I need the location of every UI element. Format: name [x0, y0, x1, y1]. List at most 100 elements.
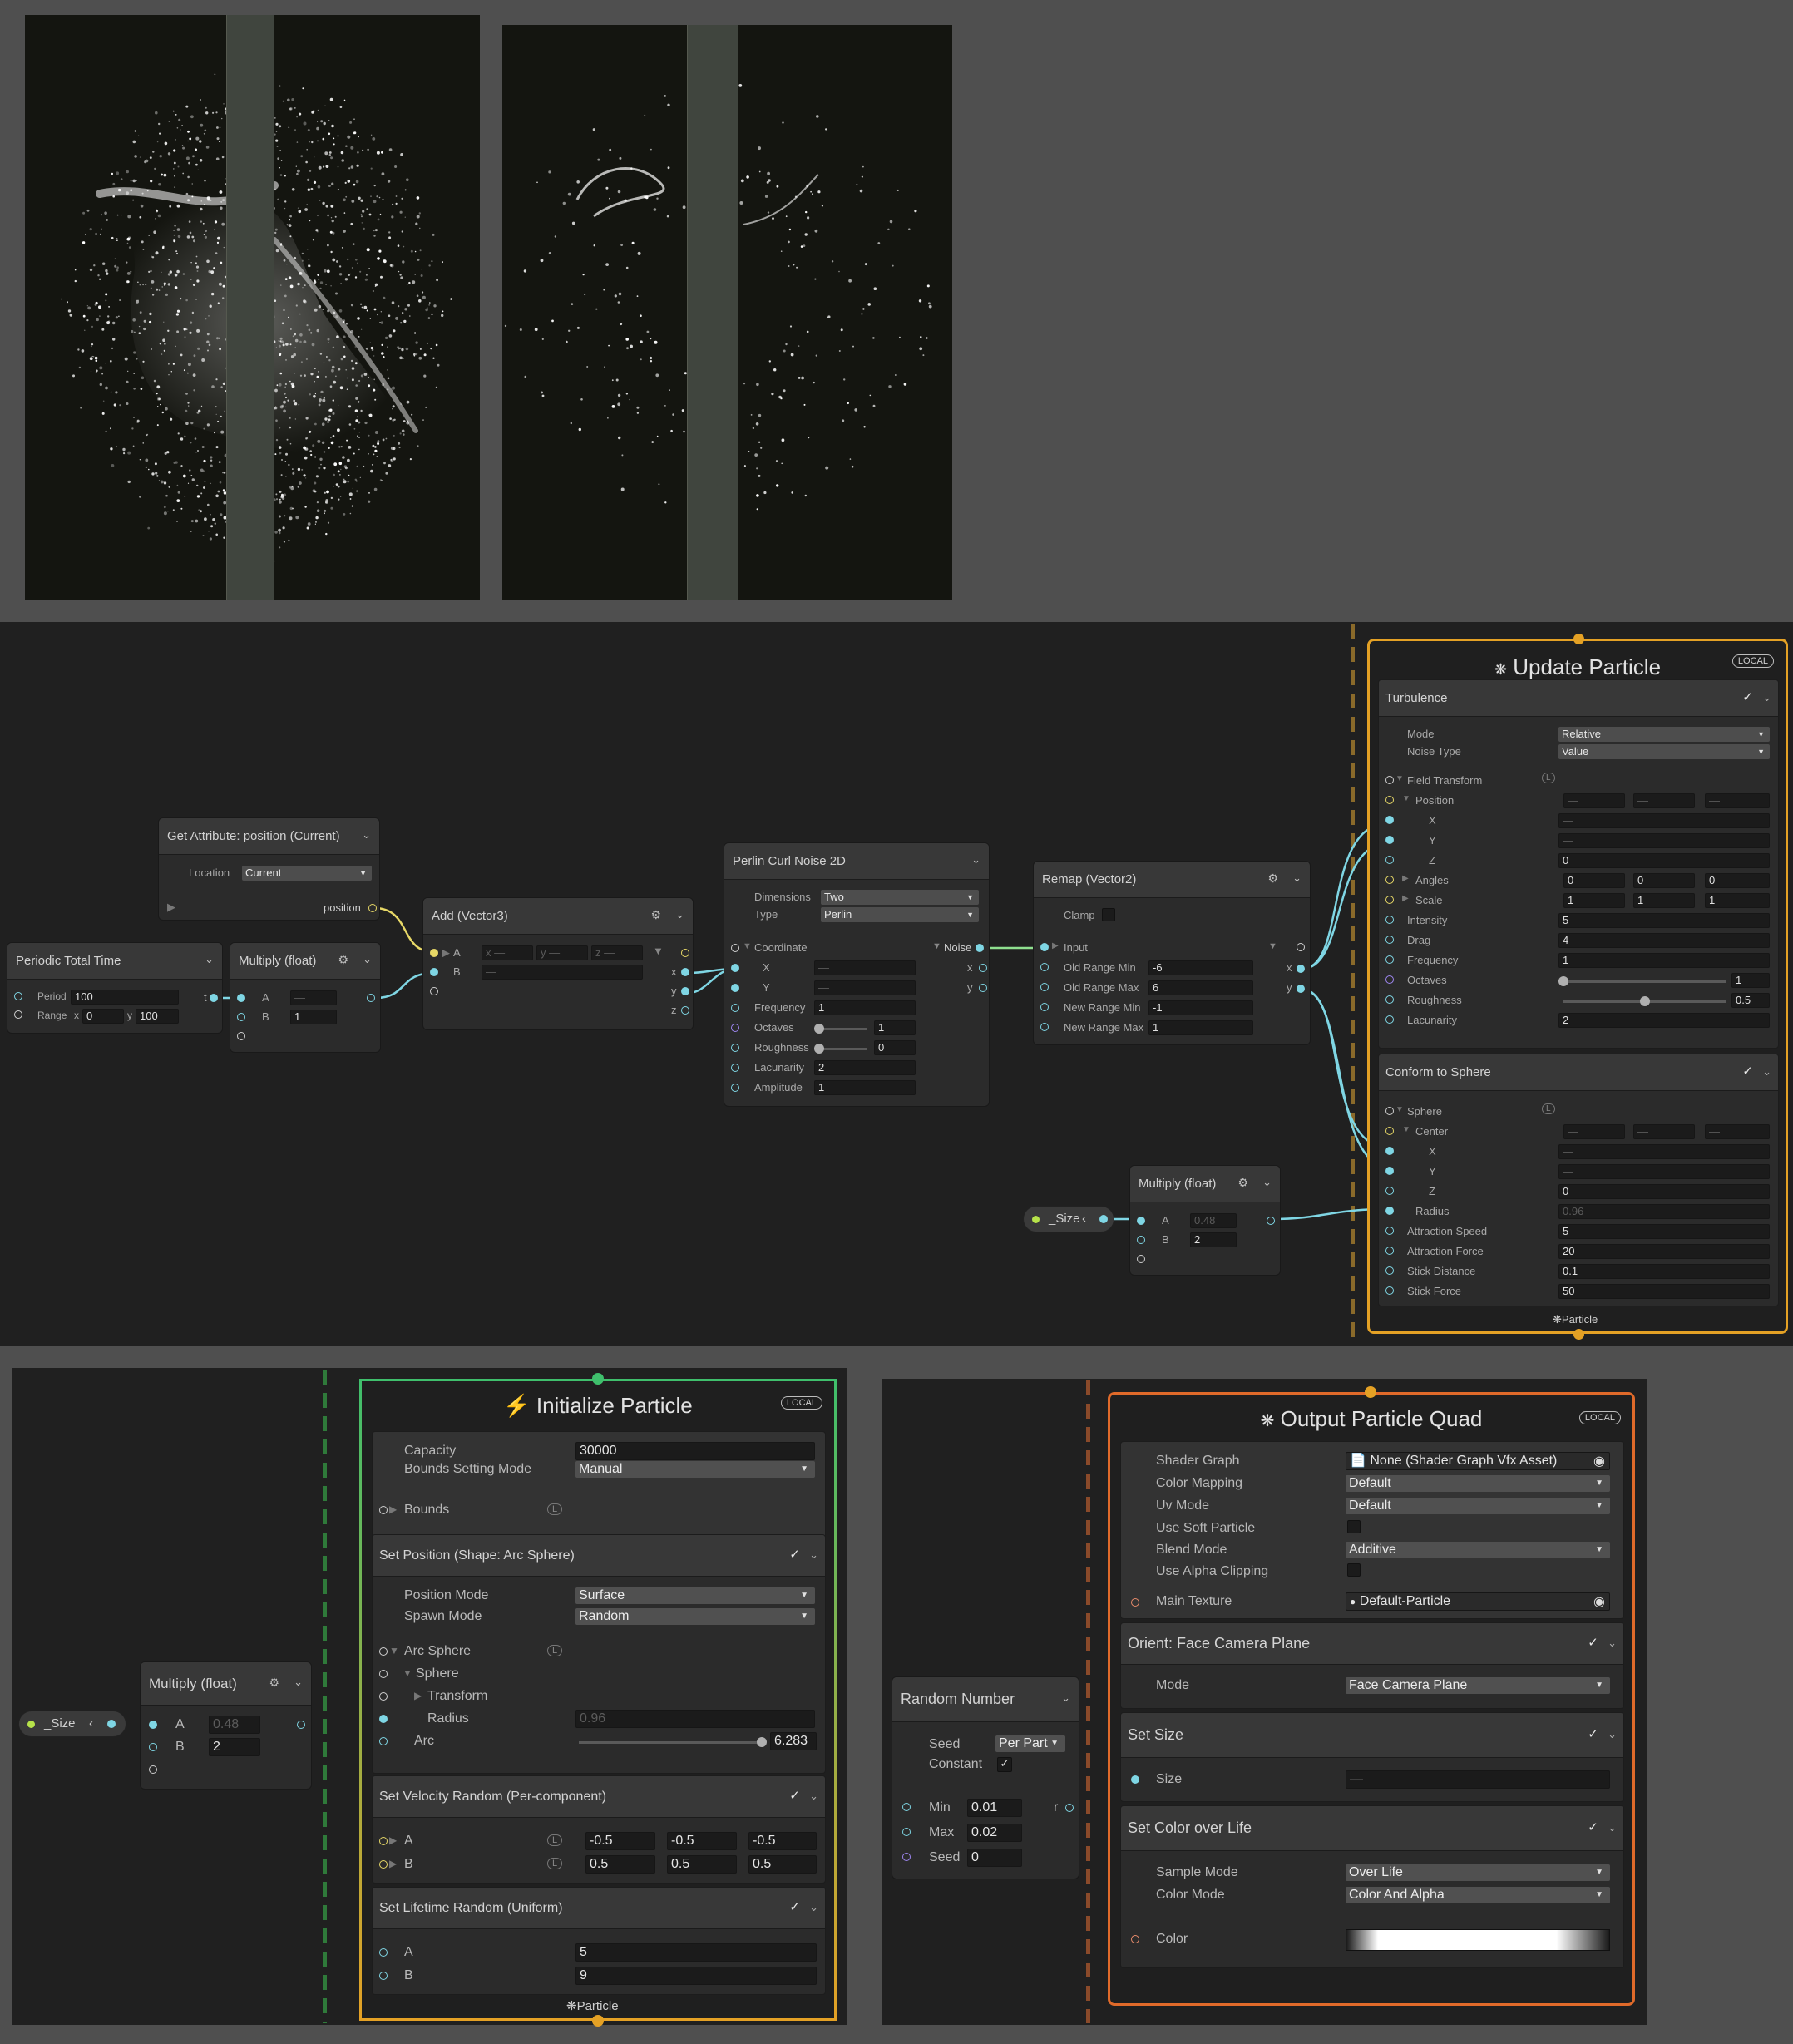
old-min-port[interactable]: [1040, 963, 1049, 971]
max-port[interactable]: [902, 1828, 911, 1836]
a-field[interactable]: 5: [575, 1943, 817, 1962]
sphere-port[interactable]: [1386, 1107, 1394, 1115]
x-field[interactable]: —: [1558, 813, 1770, 828]
a-x-field[interactable]: -0.5: [585, 1832, 655, 1850]
chevron-down-icon[interactable]: ⌄: [363, 953, 372, 966]
x-port[interactable]: [1386, 816, 1394, 824]
radius-field[interactable]: 0.96: [575, 1710, 815, 1728]
enable-checkbox[interactable]: ✓: [1741, 1064, 1755, 1079]
range-x-field[interactable]: 0: [82, 1009, 124, 1024]
amplitude-port[interactable]: [731, 1084, 739, 1092]
new-min-port[interactable]: [1040, 1003, 1049, 1011]
add-input-port[interactable]: [149, 1765, 157, 1774]
output-port[interactable]: [297, 1721, 305, 1729]
roughness-field[interactable]: 0: [874, 1040, 916, 1055]
add-input-port[interactable]: [430, 987, 438, 995]
flow-input-port[interactable]: [592, 1373, 604, 1385]
input-b-port[interactable]: [1137, 1236, 1145, 1244]
chevron-down-icon[interactable]: ⌄: [1292, 871, 1302, 885]
octaves-field[interactable]: 1: [1731, 973, 1770, 988]
update-particle-context[interactable]: ❋ Update Particle LOCAL Turbulence ✓ ⌄ Mod…: [1367, 639, 1788, 1334]
stick-distance-port[interactable]: [1386, 1266, 1394, 1275]
color-mode-dropdown[interactable]: Color And Alpha: [1346, 1887, 1610, 1903]
chevron-down-icon[interactable]: ⌄: [1762, 1065, 1771, 1079]
chevron-down-icon[interactable]: ⌄: [1762, 691, 1771, 704]
output-port[interactable]: [1267, 1217, 1275, 1225]
shader-graph-field[interactable]: 📄 None (Shader Graph Vfx Asset): [1346, 1452, 1610, 1470]
a-port[interactable]: [379, 1948, 388, 1957]
input-b-port[interactable]: [237, 1013, 245, 1021]
block-header[interactable]: Orient: Face Camera Plane ✓ ⌄: [1121, 1623, 1623, 1665]
lacunarity-port[interactable]: [1386, 1015, 1394, 1024]
input-a-port[interactable]: [1137, 1217, 1145, 1225]
color-over-life-block[interactable]: Set Color over Life ✓ ⌄ Sample Mode Over L…: [1120, 1805, 1624, 1968]
seed-dropdown[interactable]: Per Part: [995, 1735, 1065, 1752]
output-port[interactable]: [367, 994, 375, 1002]
b-x-field[interactable]: 0.5: [585, 1855, 655, 1874]
color-gradient-field[interactable]: [1346, 1929, 1610, 1951]
position-x-field[interactable]: —: [1563, 793, 1625, 808]
flow-input-port[interactable]: [1573, 634, 1584, 644]
center-z-field[interactable]: —: [1705, 1124, 1770, 1139]
gear-icon[interactable]: ⚙: [338, 953, 348, 967]
output-z-port[interactable]: [681, 1006, 689, 1015]
property-output-port[interactable]: [1099, 1215, 1108, 1223]
set-position-block[interactable]: Set Position (Shape: Arc Sphere) ✓ ⌄ Posit…: [372, 1534, 826, 1774]
color-mapping-dropdown[interactable]: Default: [1346, 1475, 1610, 1492]
clamp-checkbox[interactable]: [1102, 908, 1115, 921]
enable-checkbox[interactable]: ✓: [788, 1900, 802, 1914]
coordinate-port[interactable]: [731, 944, 739, 952]
b-field[interactable]: 1: [290, 1010, 337, 1024]
input-a-port[interactable]: [149, 1721, 157, 1729]
uv-mode-dropdown[interactable]: Default: [1346, 1498, 1610, 1514]
center-y-field[interactable]: —: [1633, 1124, 1695, 1139]
enable-checkbox[interactable]: ✓: [1586, 1636, 1600, 1650]
color-port[interactable]: [1131, 1935, 1139, 1943]
gear-icon[interactable]: ⚙: [650, 908, 661, 922]
center-port[interactable]: [1386, 1127, 1394, 1135]
chevron-down-icon[interactable]: ⌄: [809, 1901, 818, 1914]
min-port[interactable]: [902, 1803, 911, 1811]
intensity-port[interactable]: [1386, 916, 1394, 924]
octaves-slider[interactable]: [1563, 980, 1726, 983]
y-port[interactable]: [1386, 1167, 1394, 1175]
lacunarity-field[interactable]: 2: [1558, 1013, 1770, 1028]
arc-sphere-port[interactable]: [379, 1647, 388, 1656]
sample-mode-dropdown[interactable]: Over Life: [1346, 1864, 1610, 1881]
position-port[interactable]: [1386, 796, 1394, 804]
attraction-speed-port[interactable]: [1386, 1227, 1394, 1235]
roughness-port[interactable]: [731, 1044, 739, 1052]
set-lifetime-block[interactable]: Set Lifetime Random (Uniform) ✓ ⌄ A 5 B 9: [372, 1887, 826, 1995]
period-field[interactable]: 100: [71, 990, 179, 1005]
input-a-port[interactable]: [237, 994, 245, 1002]
node-header[interactable]: Periodic Total Time ⌄: [7, 943, 222, 980]
periodic-total-time-node[interactable]: Periodic Total Time ⌄ Period 100 Range x …: [7, 942, 223, 1034]
b-field[interactable]: 2: [209, 1738, 260, 1756]
scale-x-field[interactable]: 1: [1563, 893, 1625, 908]
block-header[interactable]: Conform to Sphere ✓ ⌄: [1379, 1054, 1778, 1091]
new-max-field[interactable]: 1: [1148, 1020, 1253, 1035]
noise-type-dropdown[interactable]: Value: [1558, 744, 1770, 759]
y-port[interactable]: [731, 984, 739, 992]
b-port[interactable]: [379, 1972, 388, 1980]
output-port[interactable]: [1065, 1804, 1074, 1812]
angles-port[interactable]: [1386, 876, 1394, 884]
frequency-port[interactable]: [1386, 955, 1394, 964]
z-field[interactable]: 0: [1558, 853, 1770, 868]
chevron-down-icon[interactable]: ⌄: [1608, 1728, 1617, 1741]
angles-y-field[interactable]: 0: [1633, 873, 1695, 888]
arc-field[interactable]: 6.283: [770, 1732, 817, 1750]
chevron-down-icon[interactable]: ⌄: [809, 1548, 818, 1562]
roughness-slider-knob[interactable]: [814, 1044, 824, 1054]
x-port[interactable]: [1386, 1147, 1394, 1155]
main-texture-field[interactable]: ● Default-Particle: [1346, 1592, 1610, 1611]
angles-z-field[interactable]: 0: [1705, 873, 1770, 888]
drag-field[interactable]: 4: [1558, 933, 1770, 948]
enable-checkbox[interactable]: ✓: [1586, 1727, 1600, 1741]
angles-x-field[interactable]: 0: [1563, 873, 1625, 888]
mode-dropdown[interactable]: Relative: [1558, 727, 1770, 742]
range-y-field[interactable]: 100: [136, 1009, 179, 1024]
block-header[interactable]: Set Position (Shape: Arc Sphere) ✓ ⌄: [373, 1535, 825, 1577]
bounds-port[interactable]: [379, 1506, 388, 1514]
node-header[interactable]: Multiply (float) ⚙ ⌄: [1130, 1166, 1280, 1202]
